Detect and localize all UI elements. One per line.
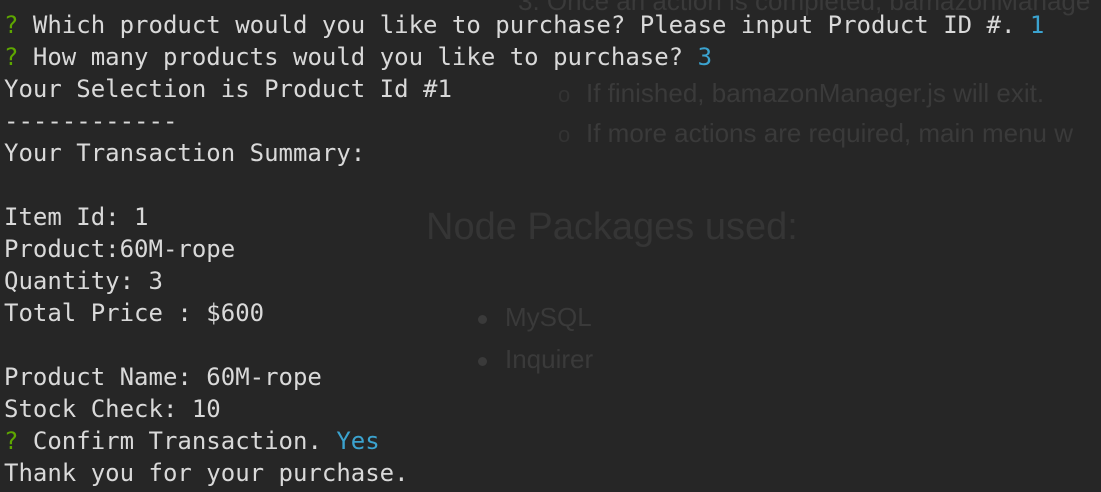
prompt-marker: ? (4, 11, 19, 39)
prompt-line-confirm: ? Confirm Transaction. Yes (4, 425, 1044, 457)
prompt-marker: ? (4, 43, 19, 71)
prompt-answer: 3 (697, 43, 713, 71)
prompt-question: How many products would you like to purc… (32, 43, 684, 71)
selection-line: Your Selection is Product Id #1 (4, 75, 452, 103)
total-price-line: Total Price : $600 (4, 299, 265, 327)
summary-title: Your Transaction Summary: (4, 139, 366, 167)
stock-check-line: Stock Check: 10 (4, 395, 221, 423)
prompt-marker: ? (4, 427, 19, 455)
prompt-answer: 1 (1029, 11, 1045, 39)
prompt-question: Which product would you like to purchase… (32, 11, 1016, 39)
prompt-line-product-id: ? Which product would you like to purcha… (4, 9, 1044, 41)
thank-you-line: Thank you for your purchase. (4, 459, 409, 487)
terminal-window: 3. Once an action is completed, bamazonM… (0, 0, 1101, 492)
item-id-line: Item Id: 1 (4, 203, 149, 231)
separator-line: ------------ (4, 107, 178, 135)
prompt-question: Confirm Transaction. (32, 427, 322, 455)
prompt-line-quantity: ? How many products would you like to pu… (4, 41, 1044, 73)
quantity-line: Quantity: 3 (4, 267, 163, 295)
product-name-line: Product Name: 60M-rope (4, 363, 322, 391)
prompt-answer: Yes (336, 427, 380, 455)
terminal-output: ? Which product would you like to purcha… (4, 9, 1044, 489)
product-line: Product:60M-rope (4, 235, 236, 263)
